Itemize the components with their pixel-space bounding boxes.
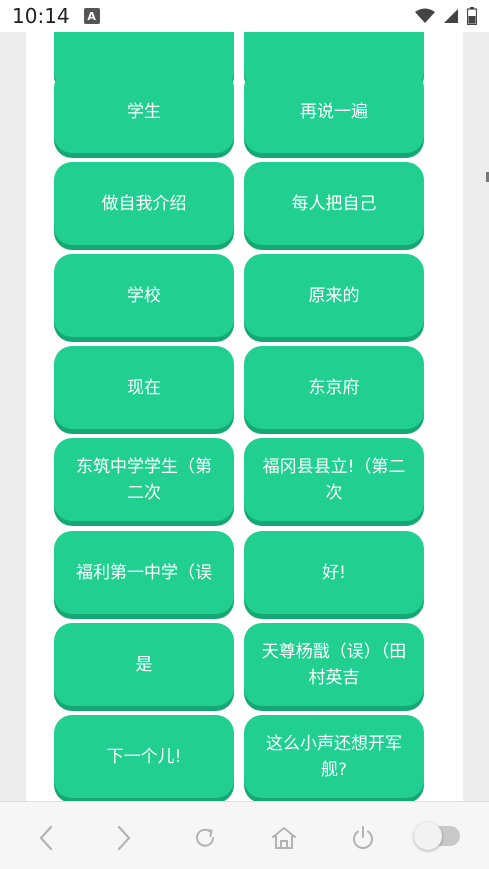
content-area[interactable]: 学生 再说一遍 做自我介绍 每人把自己 学校 原来的 现在 东京府 东筑中学学生… — [0, 32, 489, 801]
power-icon — [353, 826, 373, 849]
refresh-icon — [196, 828, 214, 847]
word-button[interactable]: 做自我介绍 — [54, 162, 234, 245]
word-button[interactable]: 现在 — [54, 346, 234, 429]
battery-icon — [467, 7, 477, 25]
status-bar: 10:14 A — [0, 0, 489, 32]
notification-icon: A — [83, 8, 100, 24]
word-button[interactable]: 每人把自己 — [244, 162, 424, 245]
word-button[interactable]: 好! — [244, 531, 424, 614]
wifi-icon — [415, 8, 435, 23]
toggle-switch[interactable] — [414, 822, 460, 850]
forward-button[interactable] — [106, 820, 142, 856]
status-left: 10:14 A — [12, 4, 100, 28]
back-button[interactable] — [28, 820, 64, 856]
word-button[interactable]: 东筑中学学生（第二次 — [54, 438, 234, 521]
word-button[interactable]: 原来的 — [244, 254, 424, 337]
word-button[interactable]: 学生 — [54, 70, 234, 153]
word-button[interactable]: 是 — [54, 623, 234, 706]
forward-icon — [117, 825, 131, 851]
screen: 10:14 A 学生 再说一遍 做自我介绍 每人把自己 学校 原来的 现在 东京… — [0, 0, 489, 869]
word-button[interactable]: 下一个儿! — [54, 715, 234, 798]
word-button[interactable]: 学校 — [54, 254, 234, 337]
word-button[interactable]: 天尊杨戬（误）（田村英吉 — [244, 623, 424, 706]
word-button[interactable]: 东京府 — [244, 346, 424, 429]
toggle-knob — [414, 822, 442, 850]
home-button[interactable] — [266, 820, 302, 856]
word-button[interactable]: 福冈县县立!（第二次 — [244, 438, 424, 521]
power-button[interactable] — [345, 820, 381, 856]
signal-icon — [444, 9, 458, 23]
refresh-button[interactable] — [187, 820, 223, 856]
status-time: 10:14 — [12, 4, 70, 28]
home-icon — [272, 826, 296, 849]
bottom-nav — [0, 801, 489, 869]
word-button[interactable]: 这么小声还想开军舰? — [244, 715, 424, 798]
back-icon — [39, 825, 53, 851]
word-button[interactable]: 再说一遍 — [244, 70, 424, 153]
status-right — [415, 7, 477, 25]
word-button[interactable]: 福利第一中学（误 — [54, 531, 234, 614]
